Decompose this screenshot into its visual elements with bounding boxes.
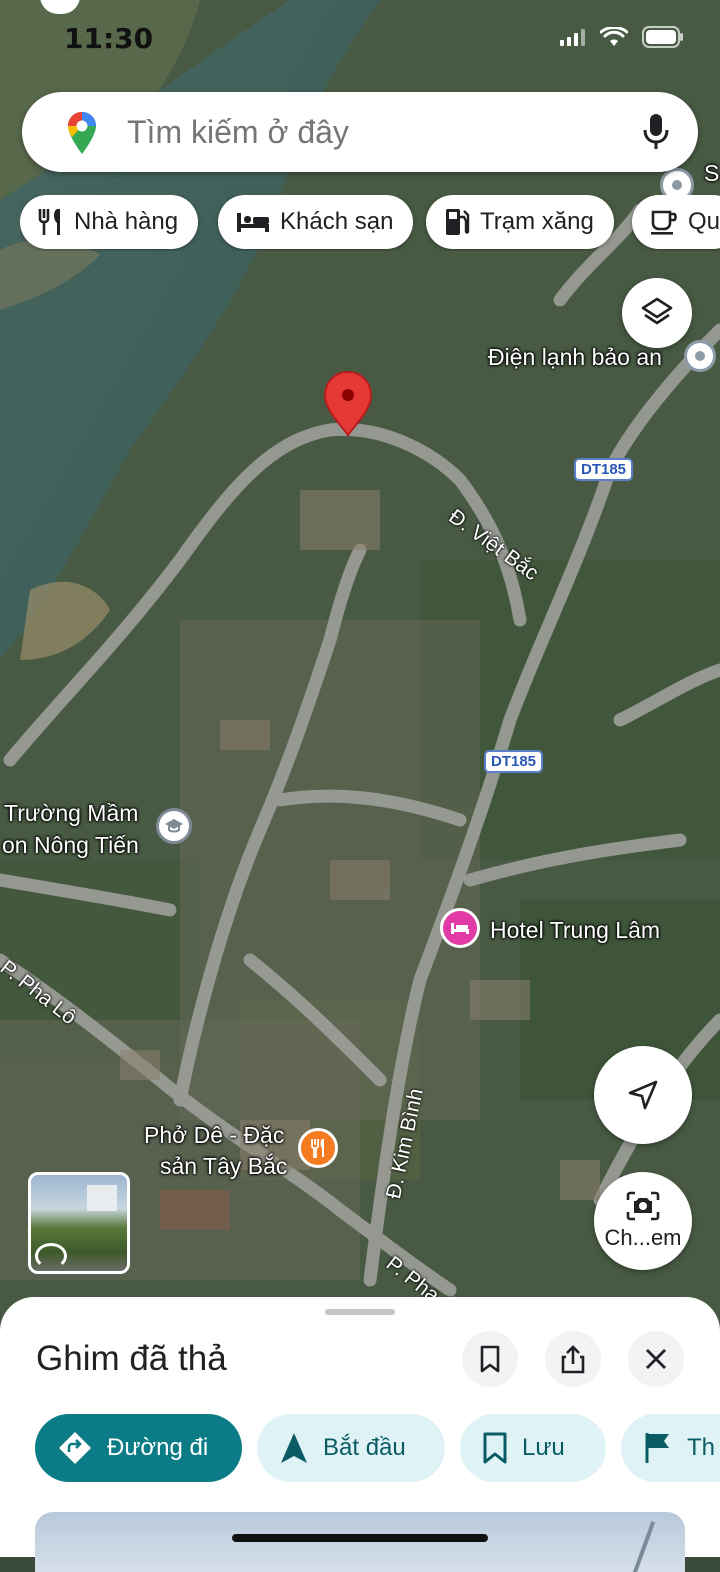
chip-coffee[interactable]: Qu bbox=[632, 195, 720, 249]
microphone-icon[interactable] bbox=[642, 112, 670, 152]
place-label-hotel[interactable]: Hotel Trung Lâm bbox=[490, 915, 660, 945]
status-bar: 11:30 bbox=[0, 0, 720, 80]
share-button[interactable] bbox=[545, 1331, 601, 1387]
chip-gas-stations[interactable]: Trạm xăng bbox=[426, 195, 614, 249]
save-icon-button[interactable] bbox=[462, 1331, 518, 1387]
start-button[interactable]: Bắt đầu bbox=[257, 1414, 445, 1482]
chip-label: Nhà hàng bbox=[74, 208, 179, 235]
directions-button[interactable]: Đường đi bbox=[35, 1414, 242, 1482]
place-label-pho-line1[interactable]: Phở Dê - Đặc bbox=[144, 1120, 284, 1150]
flag-icon bbox=[645, 1433, 669, 1463]
school-icon[interactable] bbox=[156, 808, 192, 844]
place-label-dien-lanh[interactable]: Điện lạnh bảo an bbox=[488, 342, 662, 372]
navigation-arrow-icon bbox=[628, 1080, 658, 1110]
rotate-360-icon bbox=[35, 1243, 67, 1269]
directions-label: Đường đi bbox=[107, 1434, 209, 1461]
directions-icon bbox=[59, 1432, 91, 1464]
category-chips: Nhà hàng Khách sạn Trạm xăng Qu bbox=[20, 195, 720, 251]
restaurant-icon bbox=[38, 209, 60, 235]
bookmark-icon bbox=[483, 1432, 507, 1464]
sheet-drag-handle[interactable] bbox=[325, 1309, 395, 1315]
status-time: 11:30 bbox=[64, 22, 154, 55]
place-label-pho-line2[interactable]: sản Tây Bắc bbox=[160, 1151, 287, 1181]
restaurant-marker-icon[interactable] bbox=[298, 1128, 338, 1168]
route-shield-dt185: DT185 bbox=[574, 458, 634, 481]
wifi-icon bbox=[600, 27, 628, 46]
start-label: Bắt đầu bbox=[323, 1434, 406, 1461]
chip-label: Qu bbox=[688, 208, 720, 235]
close-button[interactable] bbox=[628, 1331, 684, 1387]
label-button[interactable]: Th bbox=[621, 1414, 720, 1482]
hotel-marker-icon[interactable] bbox=[440, 908, 480, 948]
place-photo[interactable] bbox=[35, 1512, 685, 1572]
search-input[interactable] bbox=[127, 114, 607, 151]
bookmark-icon bbox=[480, 1345, 500, 1373]
chip-hotels[interactable]: Khách sạn bbox=[218, 195, 414, 249]
gas-station-icon bbox=[446, 209, 470, 235]
place-label-partial: S bbox=[704, 160, 720, 186]
close-icon bbox=[646, 1349, 666, 1369]
chip-restaurants[interactable]: Nhà hàng bbox=[20, 195, 199, 249]
share-icon bbox=[561, 1345, 585, 1374]
cellular-signal-icon bbox=[560, 29, 585, 46]
sheet-title: Ghim đã thả bbox=[36, 1339, 227, 1378]
camera-button-label: Ch...em bbox=[604, 1225, 682, 1250]
label-button-label: Th bbox=[687, 1434, 716, 1461]
search-bar[interactable] bbox=[22, 92, 698, 172]
route-shield-dt185: DT185 bbox=[484, 750, 544, 773]
coffee-icon bbox=[651, 210, 677, 235]
place-label-truong-line2[interactable]: on Nông Tiến bbox=[2, 830, 139, 860]
place-marker-icon[interactable] bbox=[684, 340, 716, 372]
navigation-icon bbox=[281, 1433, 307, 1463]
my-location-button[interactable] bbox=[594, 1046, 692, 1144]
home-indicator[interactable] bbox=[232, 1534, 488, 1542]
battery-icon bbox=[642, 26, 683, 48]
place-label-truong-line1[interactable]: Trường Mầm bbox=[4, 798, 138, 828]
save-label: Lưu bbox=[522, 1434, 565, 1461]
street-view-lens-button[interactable]: Ch...em bbox=[594, 1172, 692, 1270]
chip-label: Trạm xăng bbox=[480, 208, 594, 235]
chip-label: Khách sạn bbox=[280, 208, 394, 235]
layers-button[interactable] bbox=[622, 278, 692, 348]
google-maps-logo-icon bbox=[68, 112, 96, 154]
camera-scan-icon bbox=[626, 1191, 660, 1221]
layers-icon bbox=[641, 297, 673, 325]
pip-icon bbox=[40, 0, 80, 14]
hotel-icon bbox=[237, 213, 269, 232]
street-view-thumbnail[interactable] bbox=[28, 1172, 130, 1274]
save-button[interactable]: Lưu bbox=[460, 1414, 606, 1482]
place-bottom-sheet: Ghim đã thả Đường đi Bắt đầu Lưu Th bbox=[0, 1297, 720, 1572]
